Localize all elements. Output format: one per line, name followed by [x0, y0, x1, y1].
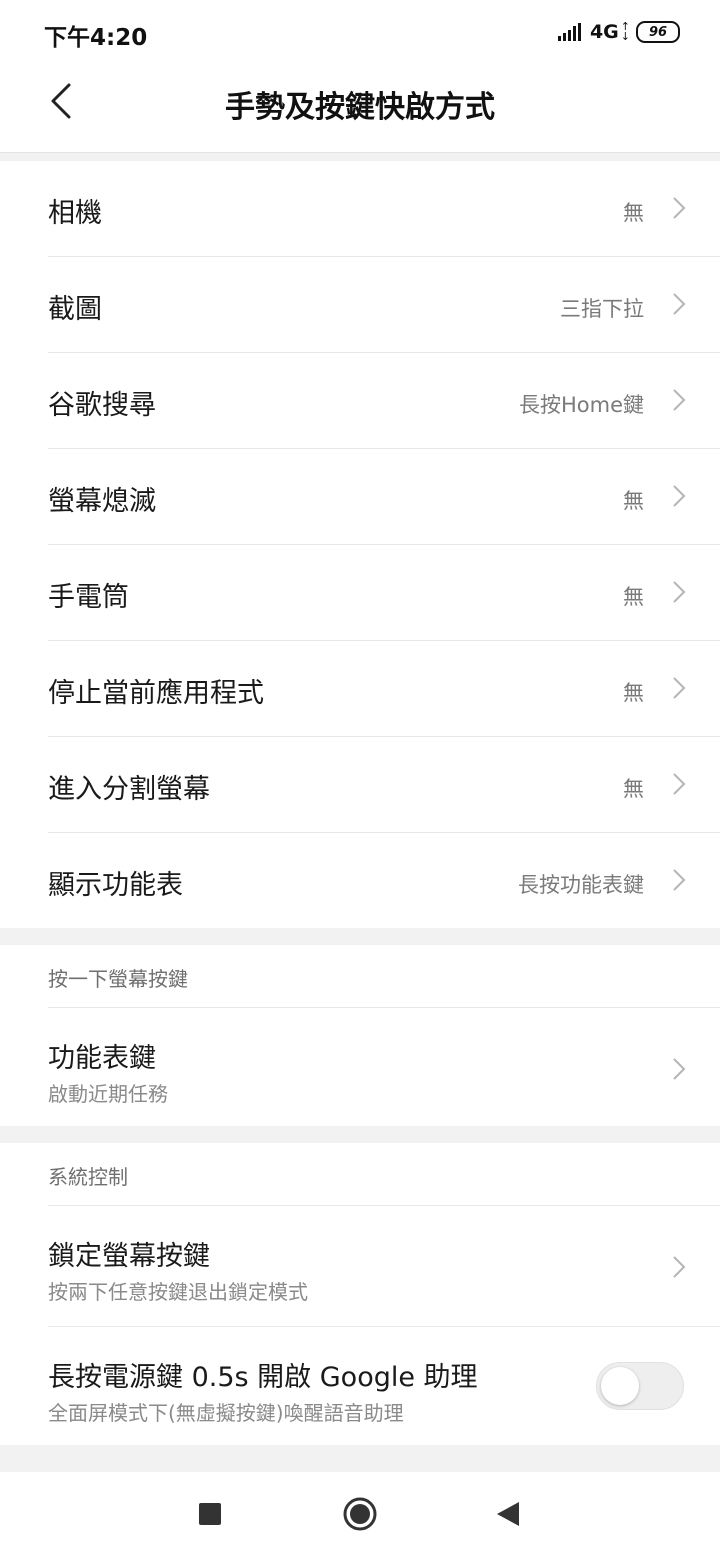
signal-icon	[557, 23, 584, 41]
chevron-right-icon	[672, 484, 686, 508]
square-icon	[199, 1503, 221, 1529]
app-header: 手勢及按鍵快啟方式	[0, 62, 720, 153]
page-title: 手勢及按鍵快啟方式	[225, 90, 495, 125]
row-label: 鎖定螢幕按鍵	[48, 1241, 210, 1272]
row-subtitle: 按兩下任意按鍵退出鎖定模式	[48, 1280, 308, 1304]
shortcut-camera[interactable]: 相機 無	[48, 161, 720, 257]
section-title: 按一下螢幕按鍵	[48, 967, 188, 991]
chevron-right-icon	[672, 772, 686, 796]
google-assistant-toggle[interactable]	[596, 1362, 684, 1410]
status-indicators: 4G ↑ ↓ 96	[557, 20, 680, 44]
shortcut-stop-app[interactable]: 停止當前應用程式 無	[48, 641, 720, 737]
row-label: 功能表鍵	[48, 1043, 156, 1074]
row-value: 無	[623, 489, 644, 513]
row-label: 谷歌搜尋	[48, 390, 156, 421]
row-label: 長按電源鍵 0.5s 開啟 Google 助理	[48, 1362, 478, 1393]
google-assistant-row[interactable]: 長按電源鍵 0.5s 開啟 Google 助理 全面屏模式下(無虛擬按鍵)喚醒語…	[48, 1327, 720, 1445]
section-title: 系統控制	[48, 1165, 128, 1189]
row-label: 截圖	[48, 294, 102, 325]
shortcut-show-menu[interactable]: 顯示功能表 長按功能表鍵	[48, 833, 720, 928]
row-label: 手電筒	[48, 582, 129, 613]
data-arrows-icon: ↑ ↓	[620, 20, 630, 43]
system-control-section: 系統控制 鎖定螢幕按鍵 按兩下任意按鍵退出鎖定模式 長按電源鍵 0.5s 開啟 …	[0, 1143, 720, 1445]
menu-key-row[interactable]: 功能表鍵 啟動近期任務	[48, 1008, 720, 1126]
row-value: 無	[623, 585, 644, 609]
row-label: 停止當前應用程式	[48, 678, 264, 709]
chevron-right-icon	[672, 1057, 686, 1081]
press-screen-key-section: 按一下螢幕按鍵 功能表鍵 啟動近期任務	[0, 945, 720, 1126]
network-type: 4G	[589, 21, 619, 43]
chevron-right-icon	[672, 388, 686, 412]
chevron-right-icon	[672, 868, 686, 892]
toggle-knob	[601, 1367, 639, 1405]
shortcut-flashlight[interactable]: 手電筒 無	[48, 545, 720, 641]
chevron-right-icon	[672, 676, 686, 700]
chevron-right-icon	[672, 1255, 686, 1279]
chevron-right-icon	[672, 580, 686, 604]
section-header: 系統控制	[48, 1143, 720, 1206]
shortcut-split-screen[interactable]: 進入分割螢幕 無	[48, 737, 720, 833]
status-time: 下午4:20	[44, 25, 148, 51]
navigation-bar	[0, 1472, 720, 1560]
row-subtitle: 全面屏模式下(無虛擬按鍵)喚醒語音助理	[48, 1401, 404, 1425]
chevron-right-icon	[672, 196, 686, 220]
recents-button[interactable]	[190, 1496, 230, 1536]
row-label: 相機	[48, 198, 102, 229]
battery-icon: 96	[636, 21, 680, 43]
shortcut-section: 相機 無 截圖 三指下拉 谷歌搜尋 長按Home鍵 螢幕熄滅 無 手電筒 無 停…	[0, 161, 720, 928]
row-label: 顯示功能表	[48, 870, 183, 901]
shortcut-google-search[interactable]: 谷歌搜尋 長按Home鍵	[48, 353, 720, 449]
row-value: 長按功能表鍵	[518, 873, 644, 897]
home-button[interactable]	[340, 1496, 380, 1536]
back-nav-button[interactable]	[488, 1496, 528, 1536]
chevron-right-icon	[672, 292, 686, 316]
triangle-back-icon	[497, 1502, 519, 1530]
row-label: 進入分割螢幕	[48, 774, 210, 805]
row-value: 三指下拉	[560, 297, 644, 321]
shortcut-screen-off[interactable]: 螢幕熄滅 無	[48, 449, 720, 545]
row-label: 螢幕熄滅	[48, 486, 156, 517]
shortcut-screenshot[interactable]: 截圖 三指下拉	[48, 257, 720, 353]
circle-icon	[342, 1496, 378, 1536]
row-subtitle: 啟動近期任務	[48, 1082, 168, 1106]
row-value: 無	[623, 777, 644, 801]
row-value: 無	[623, 201, 644, 225]
row-value: 長按Home鍵	[518, 393, 644, 417]
row-value: 無	[623, 681, 644, 705]
status-bar: 下午4:20 4G ↑ ↓ 96	[0, 0, 720, 62]
section-header: 按一下螢幕按鍵	[48, 945, 720, 1008]
lock-screen-key-row[interactable]: 鎖定螢幕按鍵 按兩下任意按鍵退出鎖定模式	[48, 1206, 720, 1327]
